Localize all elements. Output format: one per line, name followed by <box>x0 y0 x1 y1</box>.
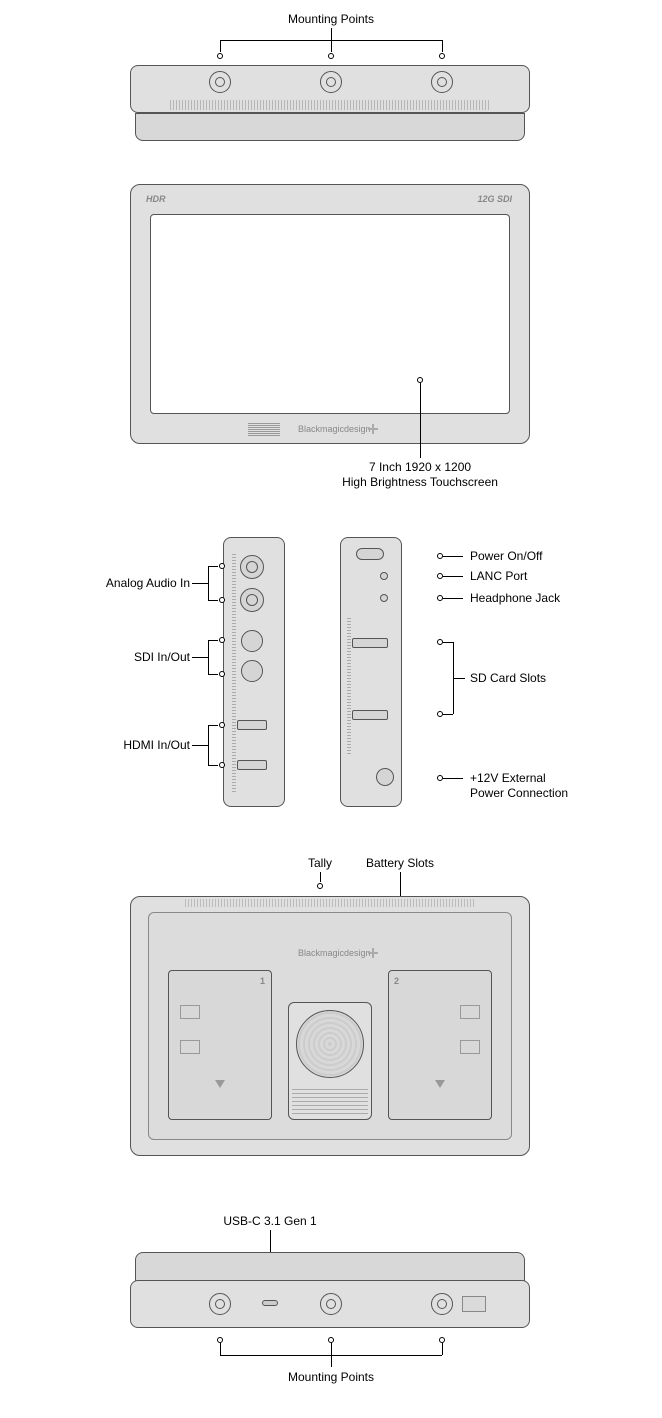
label-screen-line2: High Brightness Touchscreen <box>342 475 498 491</box>
mounting-hole-icon <box>431 1293 453 1315</box>
sdi-port-icon <box>241 630 263 652</box>
label-tally: Tally <box>308 856 332 872</box>
sd-card-slot-icon[interactable] <box>352 638 388 648</box>
mounting-hole-icon <box>320 71 342 93</box>
mounting-hole-icon <box>431 71 453 93</box>
brand-logo: Blackmagicdesign <box>298 424 371 434</box>
label-sdi: SDI In/Out <box>80 650 190 666</box>
headphone-jack-icon <box>380 594 388 602</box>
label-analog-audio: Analog Audio In <box>80 576 190 592</box>
label-headphone: Headphone Jack <box>470 591 560 607</box>
hdmi-port-icon <box>237 760 267 770</box>
label-hdmi: HDMI In/Out <box>80 738 190 754</box>
label-power: Power On/Off <box>470 549 542 565</box>
label-sd-slots: SD Card Slots <box>470 671 546 687</box>
hdmi-port-icon <box>237 720 267 730</box>
arrow-down-icon <box>435 1080 445 1088</box>
label-12v-line2: Power Connection <box>470 786 568 802</box>
label-mounting-points-top: Mounting Points <box>288 12 374 28</box>
label-12v-line1: +12V External <box>470 771 546 787</box>
lanc-port-icon <box>380 572 388 580</box>
label-mounting-points-bottom: Mounting Points <box>288 1370 374 1386</box>
speaker-icon <box>248 422 280 436</box>
label-screen-line1: 7 Inch 1920 x 1200 <box>369 460 471 476</box>
xlr-port-icon <box>240 588 264 612</box>
xlr-port-icon <box>240 555 264 579</box>
vent-icon <box>170 100 490 110</box>
brand-logo: Blackmagicdesign <box>298 948 371 958</box>
sd-card-slot-icon[interactable] <box>352 710 388 720</box>
fan-icon <box>296 1010 364 1078</box>
mounting-hole-icon <box>209 1293 231 1315</box>
arrow-down-icon <box>215 1080 225 1088</box>
label-battery-slots: Battery Slots <box>366 856 434 872</box>
sdi-badge: 12G SDI <box>477 194 512 204</box>
sdi-port-icon <box>241 660 263 682</box>
label-lanc: LANC Port <box>470 569 527 585</box>
slot-number: 2 <box>394 976 399 986</box>
power-switch-icon[interactable] <box>356 548 384 560</box>
power-12v-port-icon <box>376 768 394 786</box>
mounting-hole-icon <box>209 71 231 93</box>
mounting-hole-icon <box>320 1293 342 1315</box>
label-usb: USB-C 3.1 Gen 1 <box>223 1214 316 1230</box>
usb-c-port-icon <box>262 1300 278 1306</box>
slot-number: 1 <box>260 976 265 986</box>
touchscreen[interactable] <box>150 214 510 414</box>
hdr-badge: HDR <box>146 194 166 204</box>
vent-icon <box>185 899 475 907</box>
